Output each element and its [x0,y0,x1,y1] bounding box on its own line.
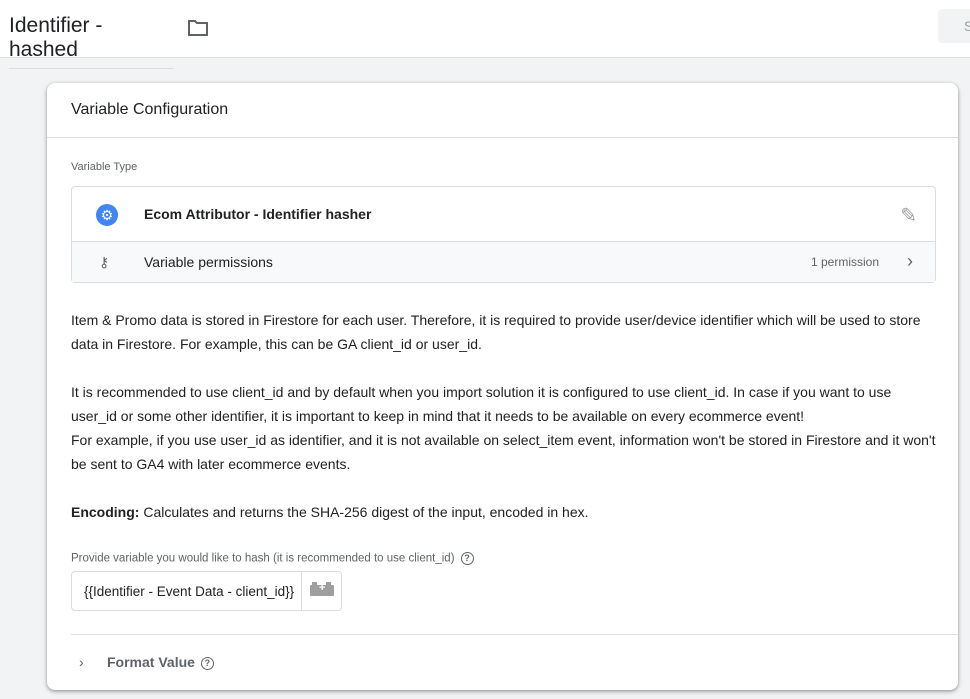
variable-type-label: Variable Type [71,161,138,173]
variable-permissions-row[interactable]: ⚷ Variable permissions 1 permission › [72,242,935,282]
format-value-toggle[interactable]: › Format Value? [71,654,214,670]
hash-field-label: Provide variable you would like to hash … [71,552,474,565]
description: Item & Promo data is stored in Firestore… [71,308,941,548]
variable-type-name: Ecom Attributor - Identifier hasher [144,206,372,222]
edit-pencil-icon[interactable]: ✎ [900,203,917,228]
gear-icon: ⚙ [96,204,118,226]
save-button[interactable]: S [938,9,970,43]
permissions-label: Variable permissions [144,254,273,270]
divider [71,634,958,635]
help-icon[interactable]: ? [200,656,214,670]
description-paragraph: Item & Promo data is stored in Firestore… [71,312,921,352]
insert-variable-button[interactable]: + [301,572,342,610]
chevron-right-icon: › [907,251,913,271]
permissions-count: 1 permission [810,255,879,269]
hash-field-label-text: Provide variable you would like to hash … [71,552,455,565]
encoding-label: Encoding: [71,504,140,520]
hash-variable-input[interactable]: {{Identifier - Event Data - client_id}} … [71,571,342,611]
encoding-line: Encoding: Calculates and returns the SHA… [71,500,941,524]
variable-name-input[interactable]: Identifier - hashed [9,14,174,69]
description-paragraph: For example, if you use user_id as ident… [71,432,936,472]
help-icon[interactable]: ? [460,552,474,565]
variable-type-box: ⚙ Ecom Attributor - Identifier hasher ✎ … [71,186,936,283]
description-paragraph: It is recommended to use client_id and b… [71,384,892,424]
encoding-text: Calculates and returns the SHA-256 diges… [139,504,589,520]
divider [47,137,958,138]
folder-icon[interactable] [187,18,209,38]
variable-brick-icon: + [310,582,334,596]
hash-variable-value[interactable]: {{Identifier - Event Data - client_id}} [84,584,296,599]
top-bar: Identifier - hashed S [0,0,970,69]
variable-type-row[interactable]: ⚙ Ecom Attributor - Identifier hasher ✎ [72,187,935,242]
format-value-label: Format Value [107,654,195,670]
chevron-right-icon: › [79,654,84,670]
key-icon: ⚷ [99,254,110,270]
card-title: Variable Configuration [71,101,229,118]
variable-configuration-card: Variable Configuration Variable Type ⚙ E… [47,83,958,690]
